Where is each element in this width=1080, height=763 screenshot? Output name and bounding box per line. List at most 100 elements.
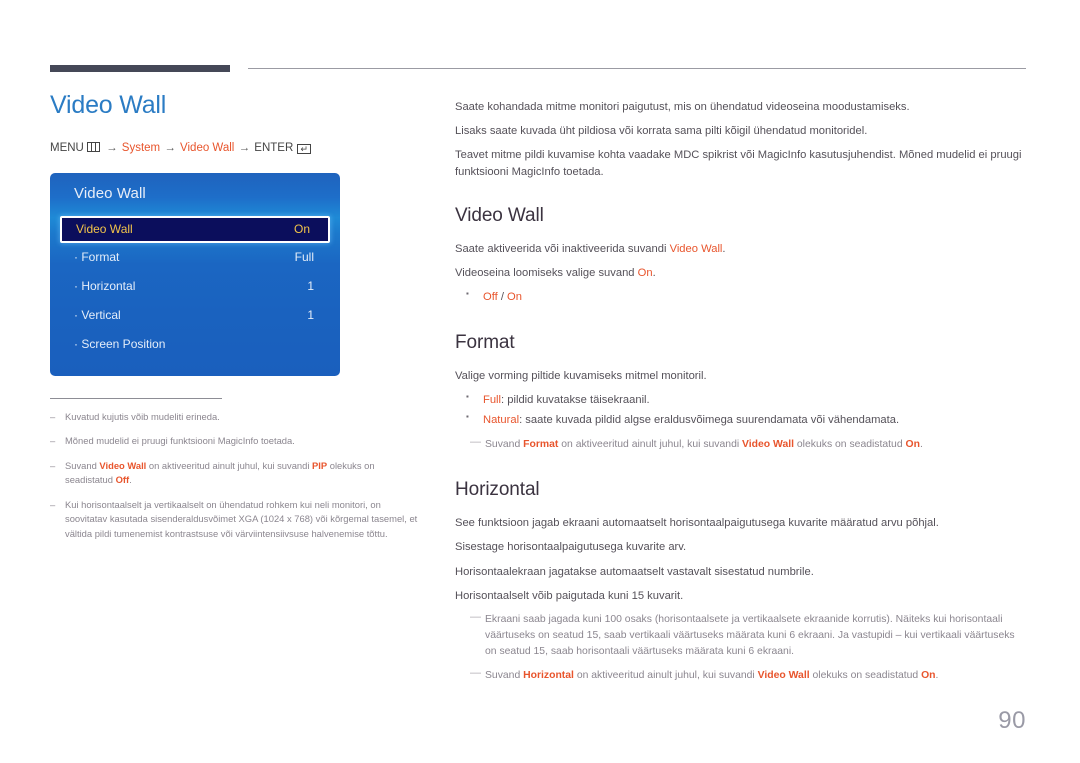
header-rule-accent (50, 65, 230, 72)
osd-menu-row[interactable]: · Screen Position (50, 330, 340, 359)
section-note: — Suvand Format on aktiveeritud ainult ju… (468, 436, 1027, 453)
footnote-dash-icon: – (50, 410, 56, 422)
highlight-term: Video Wall (669, 242, 723, 255)
highlight-term: Off (483, 291, 498, 304)
highlight-term: On (507, 291, 522, 304)
option-list-item: Full: pildid kuvatakse täisekraanil. (455, 391, 1027, 409)
intro-paragraph: Saate kohandada mitme monitori paigutust… (455, 101, 910, 113)
text-run: Sisestage horisontaalpaigutusega kuvarit… (455, 541, 687, 554)
highlight-term: Full (483, 394, 502, 407)
content-sections: Video Wall Saate aktiveerida või inaktive… (455, 205, 1027, 685)
footnote-dash-icon: – (50, 459, 56, 471)
section-note: — Suvand Horizontal on aktiveeritud ainul… (468, 667, 1027, 684)
option-list: Off / On (455, 288, 1027, 306)
arrow-1: → (106, 141, 118, 154)
text-run: on aktiveeritud ainult juhul, kui suvand… (146, 459, 313, 471)
text-run: . (652, 267, 656, 280)
option-list: Full: pildid kuvatakse täisekraanil. Natu… (455, 391, 1027, 429)
text-run: . (722, 242, 726, 255)
section-paragraph: Saate aktiveerida või inaktiveerida suva… (455, 241, 1027, 257)
footnote-dash-icon: – (50, 498, 56, 510)
osd-row-value: 1 (307, 278, 314, 293)
header-rule-thin (248, 68, 1026, 69)
highlight-term: PIP (312, 459, 328, 471)
osd-menu-row[interactable]: · Vertical 1 (50, 301, 340, 330)
footnote-dash-icon: – (50, 435, 56, 447)
osd-row-label: · Format (74, 249, 120, 264)
menu-path-item-system: System (121, 141, 161, 154)
osd-menu-row[interactable]: Video Wall On (60, 215, 330, 243)
text-run: Videoseina loomiseks valige suvand (455, 267, 638, 280)
footnote: – Mõned mudelid ei pruugi funktsiooni Mag… (50, 434, 425, 449)
menu-path-breadcrumb: MENU → System → Video Wall → ENTER ↵ (50, 140, 425, 156)
text-run: . (129, 474, 132, 486)
section-paragraph: Sisestage horisontaalpaigutusega kuvarit… (455, 539, 1027, 555)
highlight-term: On (905, 439, 920, 451)
osd-row-value: On (293, 221, 310, 236)
text-run: Saate aktiveerida või inaktiveerida suva… (455, 242, 670, 255)
note-dash-icon: — (470, 611, 481, 624)
highlight-term: On (637, 267, 653, 280)
highlight-term: On (921, 670, 936, 682)
osd-menu-list: Video Wall On · Format Full · Horizontal 1 · V… (50, 215, 340, 359)
text-run: Valige vorming piltide kuvamiseks mitmel… (455, 370, 707, 383)
section-paragraph: Horisontaalekraan jagatakse automaatselt… (455, 564, 1027, 580)
section-heading: Video Wall (455, 204, 544, 226)
page-number: 90 (998, 707, 1026, 734)
text-run: olekuks on seadistatud (809, 670, 922, 682)
osd-row-label: Video Wall (76, 221, 133, 236)
text-run: . (919, 439, 923, 451)
text-run: Ekraani saab jagada kuni 100 osaks (hori… (485, 614, 1015, 658)
osd-row-label: · Horizontal (74, 278, 136, 293)
highlight-term: Video Wall (99, 459, 147, 471)
text-run: : saate kuvada pildid algse eraldusvõime… (519, 414, 900, 427)
enter-key-icon: ↵ (297, 143, 312, 154)
osd-row-label: · Vertical (74, 307, 121, 322)
note-dash-icon: — (470, 436, 481, 449)
section-paragraph: Valige vorming piltide kuvamiseks mitmel… (455, 368, 1027, 384)
osd-menu-panel: Video Wall Video Wall On · Format Full · Hor… (50, 172, 340, 376)
menu-label: MENU (50, 141, 84, 154)
left-footnotes: – Kuvatud kujutis võib mudeliti erineda. –… (50, 410, 425, 542)
text-run: Kui horisontaalselt ja vertikaalselt on … (65, 498, 418, 540)
note-dash-icon: — (470, 667, 481, 680)
osd-panel-title: Video Wall (74, 184, 146, 202)
text-run: Suvand (485, 670, 524, 682)
section-note: — Ekraani saab jagada kuni 100 osaks (hor… (468, 611, 1027, 660)
section-paragraph: Videoseina loomiseks valige suvand On. (455, 265, 1027, 281)
text-run: Horisontaalselt võib paigutada kuni 15 k… (455, 589, 684, 602)
text-run: Kuvatud kujutis võib mudeliti erineda. (65, 410, 220, 422)
osd-menu-row[interactable]: · Horizontal 1 (50, 272, 340, 301)
osd-row-value: Full (294, 249, 314, 264)
intro-paragraph: Teavet mitme pildi kuvamise kohta vaadak… (455, 149, 1022, 178)
text-run: Suvand (65, 459, 100, 471)
footnote-separator (50, 397, 222, 399)
section-heading: Horizontal (455, 479, 540, 501)
right-column: Saate kohandada mitme monitori paigutust… (455, 99, 1027, 685)
highlight-term: Natural (483, 414, 520, 427)
arrow-3: → (238, 141, 251, 154)
menu-grid-icon (86, 141, 100, 152)
text-run: : pildid kuvatakse täisekraanil. (501, 394, 650, 407)
osd-menu-row[interactable]: · Format Full (50, 243, 340, 272)
intro-paragraph: Lisaks saate kuvada üht pildiosa või kor… (455, 125, 868, 138)
highlight-term: Horizontal (523, 670, 574, 682)
footnote: – Kui horisontaalselt ja vertikaalselt on… (50, 498, 425, 542)
text-run: Mõned mudelid ei pruugi funktsiooni Magi… (65, 435, 295, 447)
highlight-term: Video Wall (742, 439, 795, 451)
page-title: Video Wall (50, 91, 167, 119)
left-column: Video Wall MENU → System → Video Wall → … (50, 91, 425, 552)
footnote: – Kuvatud kujutis võib mudeliti erineda. (50, 410, 425, 425)
intro-paragraphs: Saate kohandada mitme monitori paigutust… (455, 99, 1027, 180)
text-run: / (497, 291, 508, 304)
osd-row-value: 1 (307, 307, 314, 322)
osd-row-label: · Screen Position (74, 336, 166, 351)
text-run: See funktsioon jagab ekraani automaatsel… (455, 517, 939, 530)
text-run: on aktiveeritud ainult juhul, kui suvand… (573, 670, 758, 682)
footnote: – Suvand Video Wall on aktiveeritud ainul… (50, 459, 425, 488)
enter-label: ENTER (254, 141, 294, 154)
text-run: . (935, 670, 939, 682)
highlight-term: Off (115, 474, 130, 486)
highlight-term: Video Wall (757, 670, 810, 682)
section-paragraph: Horisontaalselt võib paigutada kuni 15 k… (455, 588, 1027, 604)
